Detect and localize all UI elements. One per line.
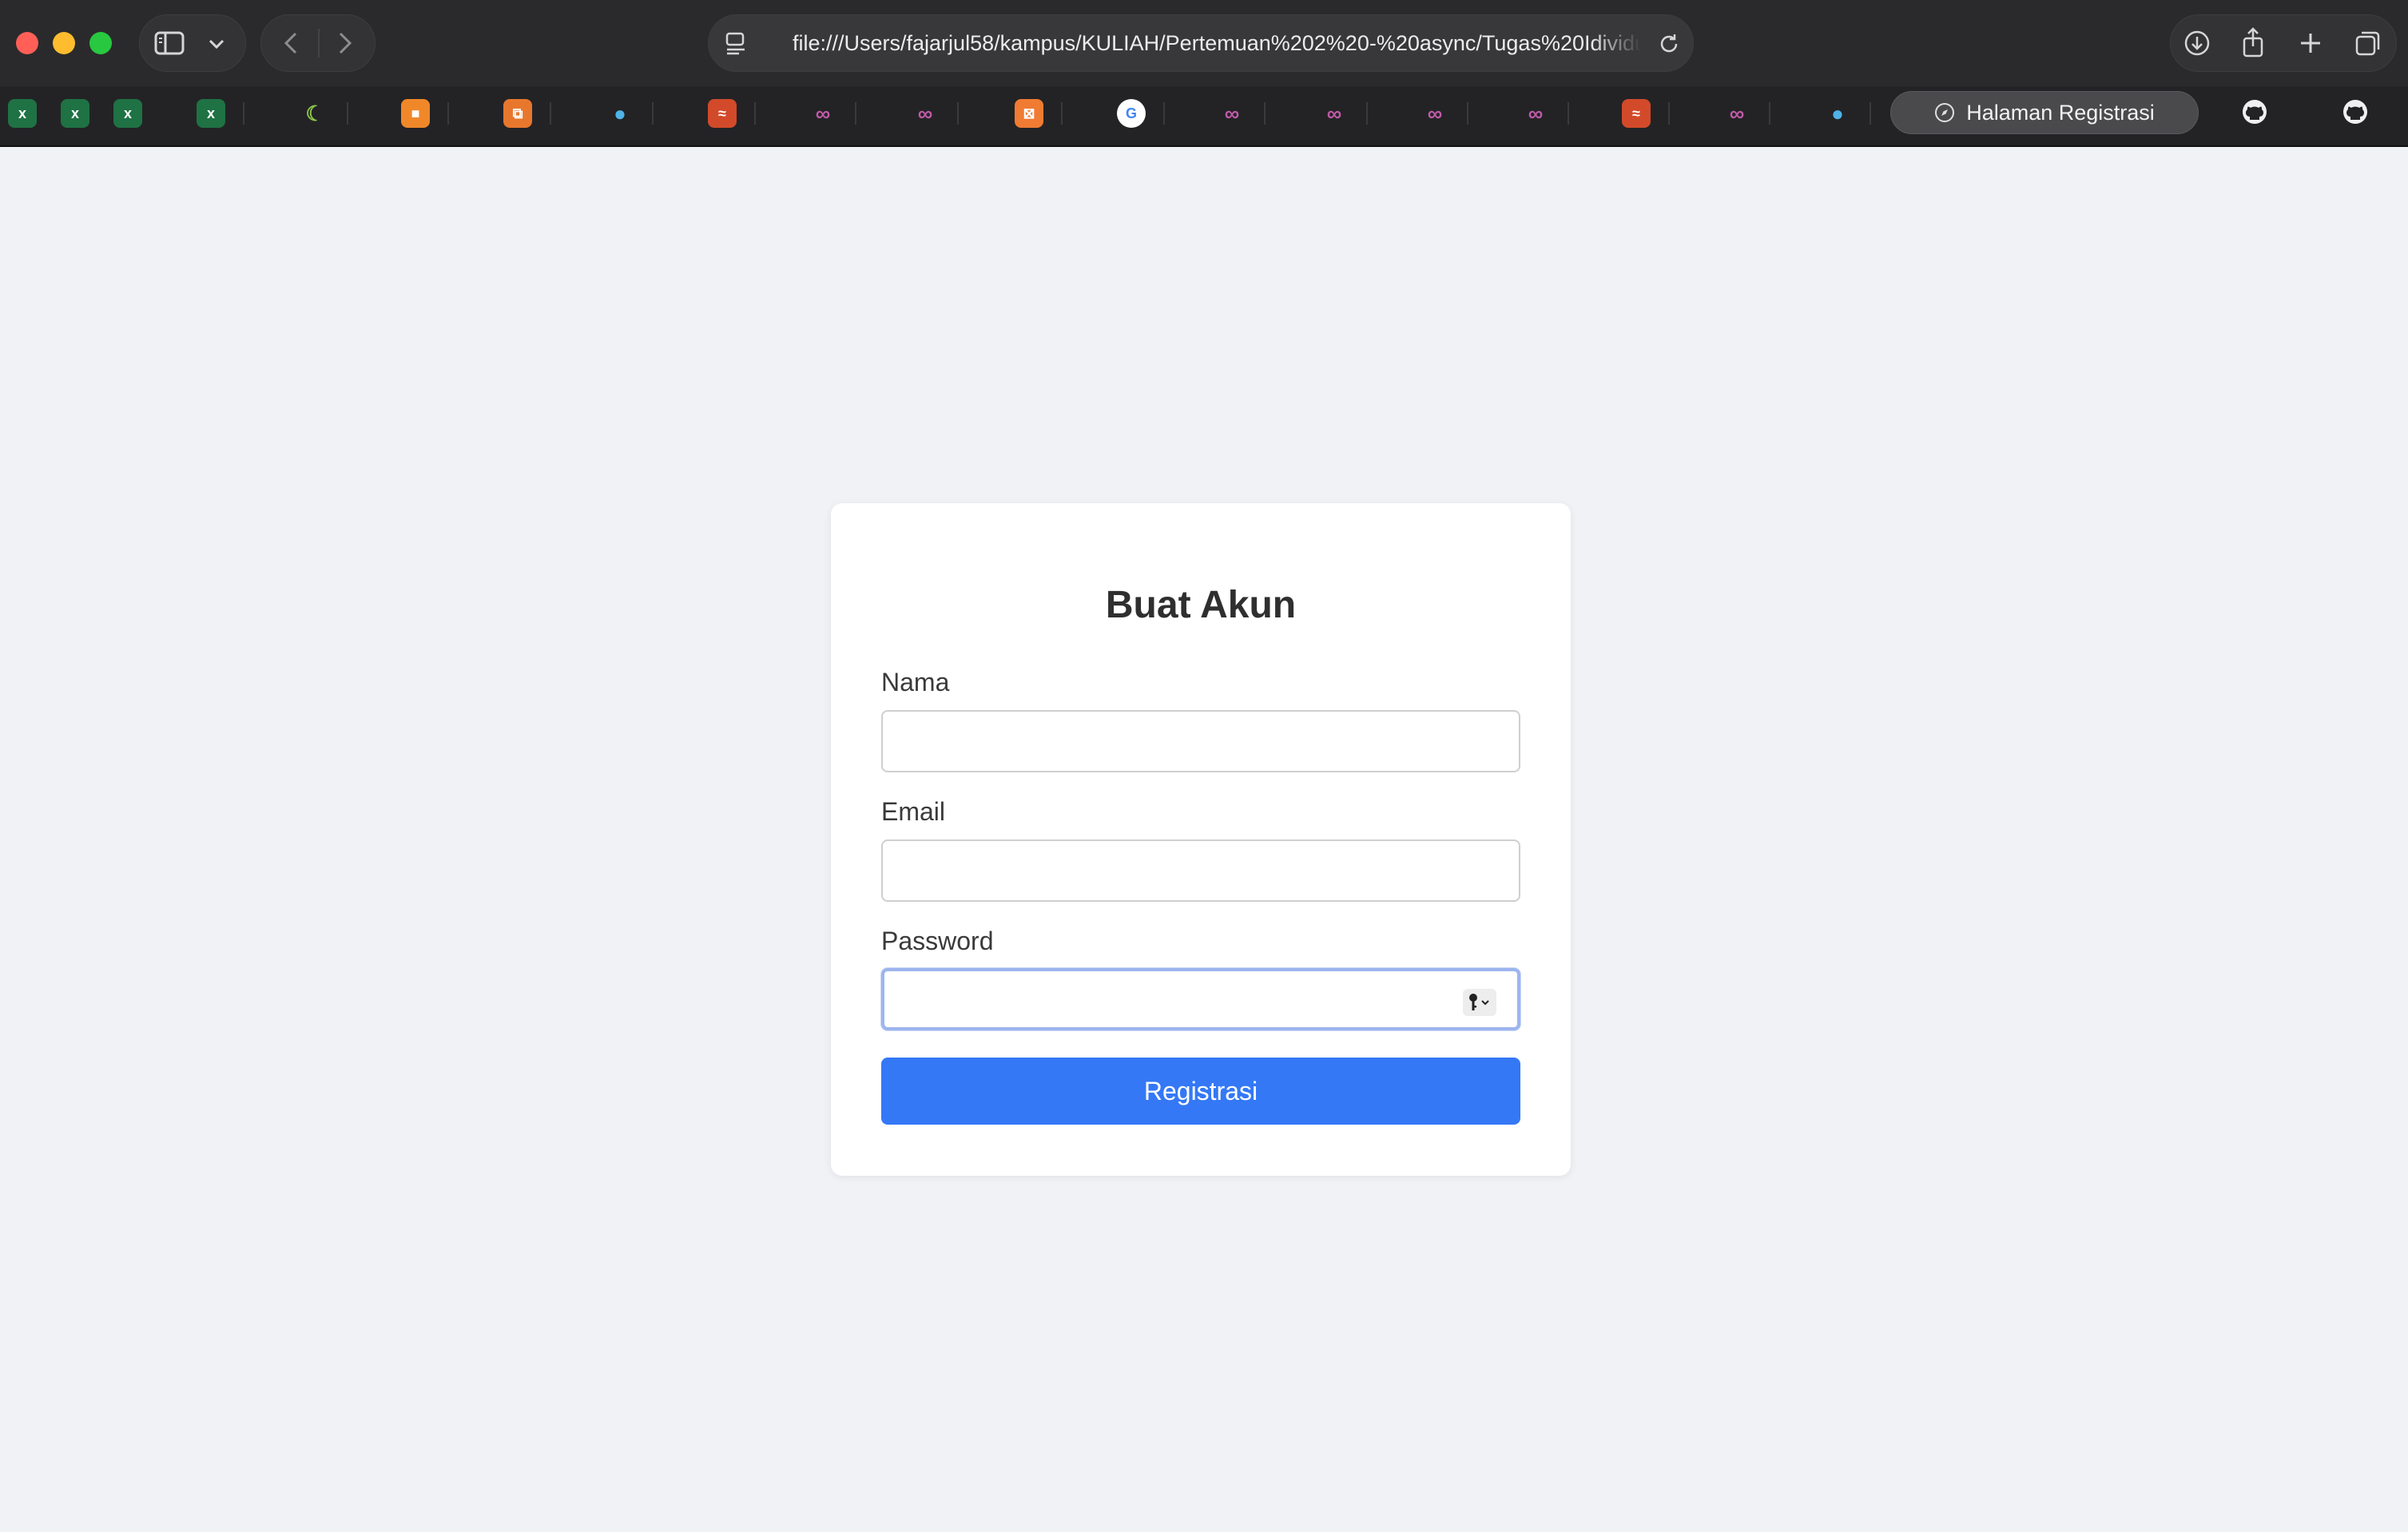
excel-icon[interactable]: x	[61, 99, 89, 128]
favorites-separator	[1061, 102, 1063, 125]
name-input[interactable]	[881, 710, 1520, 772]
favorites-separator	[550, 102, 551, 125]
link-icon[interactable]: ∞	[911, 99, 940, 128]
stripes-icon[interactable]: ≈	[1622, 99, 1651, 128]
crescent-icon[interactable]: ☾	[300, 99, 329, 128]
google-icon[interactable]: G	[1117, 99, 1146, 128]
compass-icon	[1934, 102, 1955, 123]
favorites-separator	[855, 102, 856, 125]
registration-card: Buat Akun Nama Email Password Registrasi	[831, 503, 1571, 1176]
github-icon[interactable]	[2239, 96, 2271, 128]
zoom-window-button[interactable]	[89, 32, 112, 54]
link-icon[interactable]: ∞	[1320, 99, 1349, 128]
excel-icon[interactable]: x	[8, 99, 37, 128]
favorites-separator	[1769, 102, 1770, 125]
download-icon[interactable]	[2181, 27, 2213, 59]
favorites-separator	[447, 102, 449, 125]
email-input[interactable]	[881, 839, 1520, 902]
favorites-separator	[652, 102, 654, 125]
favorites-separator	[1163, 102, 1165, 125]
back-arrow-icon[interactable]	[276, 29, 305, 58]
github-icon[interactable]	[2339, 96, 2371, 128]
tab-halaman-registrasi[interactable]: Halaman Registrasi	[1890, 91, 2199, 134]
excel-icon[interactable]: x	[113, 99, 142, 128]
excel-icon[interactable]: x	[197, 99, 225, 128]
link-icon[interactable]: ∞	[1421, 99, 1449, 128]
figma-like-icon[interactable]: ●	[606, 99, 634, 128]
name-label: Nama	[881, 668, 950, 697]
favorites-separator	[243, 102, 244, 125]
figma-like-icon[interactable]: ●	[1823, 99, 1852, 128]
link-icon[interactable]: ∞	[1521, 99, 1550, 128]
tab-title: Halaman Registrasi	[1966, 100, 2155, 125]
password-label: Password	[881, 927, 994, 955]
box-icon[interactable]: ■	[401, 99, 430, 128]
new-tab-icon[interactable]	[2295, 27, 2327, 59]
register-button[interactable]: Registrasi	[881, 1058, 1520, 1125]
favorites-separator	[1568, 102, 1569, 125]
reload-icon[interactable]	[1655, 30, 1683, 58]
orange-square-icon[interactable]: ⧉	[503, 99, 532, 128]
close-window-button[interactable]	[16, 32, 38, 54]
favorites-separator	[1870, 102, 1871, 125]
url-text[interactable]: file:///Users/fajarjul58/kampus/KULIAH/P…	[793, 29, 1639, 58]
favorites-separator	[1467, 102, 1468, 125]
favorites-separator	[1366, 102, 1368, 125]
stripes-icon[interactable]: ≈	[708, 99, 737, 128]
minimize-window-button[interactable]	[53, 32, 75, 54]
nav-divider	[318, 29, 320, 58]
url-fade	[1591, 24, 1641, 62]
share-icon[interactable]	[2237, 26, 2269, 59]
favorites-separator	[957, 102, 959, 125]
link-icon[interactable]: ∞	[1218, 99, 1246, 128]
xampp-icon[interactable]: ⊠	[1015, 99, 1043, 128]
tab-overview-icon[interactable]	[2352, 27, 2384, 59]
form-title: Buat Akun	[1105, 584, 1297, 626]
page-menu-icon[interactable]	[722, 29, 749, 58]
forward-arrow-icon[interactable]	[331, 29, 360, 58]
favorites-separator	[347, 102, 348, 125]
favorites-separator	[1264, 102, 1266, 125]
password-input[interactable]	[881, 968, 1520, 1030]
link-icon[interactable]: ∞	[809, 99, 837, 128]
email-label: Email	[881, 797, 946, 826]
favorites-separator	[754, 102, 756, 125]
sidebar-toggle-icon[interactable]	[153, 29, 185, 58]
favorites-separator	[1668, 102, 1670, 125]
password-autofill-key-icon[interactable]	[1463, 989, 1496, 1016]
chevron-down-icon[interactable]	[205, 32, 228, 56]
link-icon[interactable]: ∞	[1723, 99, 1751, 128]
